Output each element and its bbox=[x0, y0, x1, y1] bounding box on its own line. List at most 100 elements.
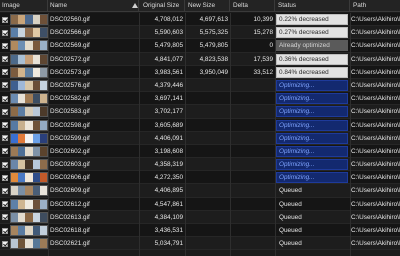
status-text: Optimizing... bbox=[279, 134, 315, 142]
column-header-name[interactable]: Name bbox=[48, 0, 139, 12]
column-divider bbox=[350, 13, 351, 256]
table-row[interactable]: DSC02573.gif 3,983,561 3,950,049 33,512 0.84… bbox=[0, 65, 400, 79]
table-row[interactable]: DSC02572.gif 4,841,077 4,823,538 17,539 0.36… bbox=[0, 52, 400, 66]
row-checkbox[interactable] bbox=[2, 187, 8, 194]
original-size-value: 3,702,177 bbox=[154, 108, 183, 116]
row-checkbox[interactable] bbox=[2, 122, 8, 128]
image-thumbnail bbox=[10, 53, 48, 65]
delta-value bbox=[230, 198, 273, 211]
status-text: Queued bbox=[279, 227, 302, 234]
file-name: DSC02603.gif bbox=[50, 161, 90, 169]
new-size-value: 4,823,538 bbox=[199, 55, 228, 63]
row-checkbox[interactable] bbox=[2, 16, 8, 23]
column-header-path[interactable]: Path bbox=[350, 0, 400, 12]
table-row[interactable]: DSC02566.gif 5,590,603 5,575,325 15,278 0.27… bbox=[0, 26, 400, 40]
table-row[interactable]: DSC02612.gif 4,547,861 Queued C:\Users\Akih… bbox=[0, 197, 400, 211]
original-size-value: 4,841,077 bbox=[154, 55, 183, 63]
column-divider bbox=[139, 13, 140, 256]
file-path: C:\Users\Akihiro\Deskt bbox=[351, 187, 400, 195]
row-checkbox[interactable] bbox=[2, 201, 8, 208]
status-text: Already optimized bbox=[279, 42, 330, 50]
file-name: DSC02573.gif bbox=[50, 68, 90, 76]
file-path: C:\Users\Akihiro\Deskt bbox=[351, 134, 400, 142]
original-size-value: 4,272,350 bbox=[154, 174, 183, 182]
new-size-value bbox=[185, 79, 228, 92]
new-size-value bbox=[185, 105, 228, 118]
delta-value bbox=[230, 145, 273, 158]
row-checkbox[interactable] bbox=[2, 214, 8, 221]
row-checkbox[interactable] bbox=[2, 82, 8, 89]
original-size-value: 3,983,561 bbox=[154, 68, 183, 76]
column-header-original-size[interactable]: Original Size bbox=[139, 0, 185, 12]
table-row[interactable]: DSC02609.gif 4,406,895 Queued C:\Users\Akih… bbox=[0, 184, 400, 198]
table-row[interactable]: DSC02583.gif 3,702,177 Optimizing... C:\Use… bbox=[0, 105, 400, 119]
column-divider bbox=[275, 13, 276, 256]
table-row[interactable]: DSC02621.gif 5,034,791 Queued C:\Users\Akih… bbox=[0, 237, 400, 251]
new-size-value bbox=[185, 132, 228, 145]
status-text: 0.84% decreased bbox=[279, 68, 329, 76]
table-row[interactable]: DSC02618.gif 3,436,531 Queued C:\Users\Akih… bbox=[0, 224, 400, 238]
original-size-value: 5,479,805 bbox=[154, 42, 183, 50]
status-text: Queued bbox=[279, 240, 302, 248]
file-name: DSC02606.gif bbox=[50, 174, 90, 182]
file-name: DSC02621.gif bbox=[50, 240, 90, 248]
row-checkbox[interactable] bbox=[2, 135, 8, 142]
new-size-value: 4,697,613 bbox=[199, 16, 228, 23]
file-name: DSC02609.gif bbox=[50, 187, 90, 195]
file-name: DSC02598.gif bbox=[50, 121, 90, 129]
row-checkbox[interactable] bbox=[2, 95, 8, 102]
row-checkbox[interactable] bbox=[2, 240, 8, 247]
new-size-value: 5,479,805 bbox=[199, 42, 228, 50]
delta-value: 33,512 bbox=[253, 68, 273, 76]
table-row[interactable]: DSC02613.gif 4,384,109 Queued C:\Users\Akih… bbox=[0, 210, 400, 224]
image-thumbnail bbox=[10, 119, 48, 131]
file-path: C:\Users\Akihiro\Deskt bbox=[351, 29, 400, 37]
image-thumbnail bbox=[10, 159, 48, 171]
row-checkbox[interactable] bbox=[2, 29, 8, 36]
file-path: C:\Users\Akihiro\Deskt bbox=[351, 213, 400, 221]
table-row[interactable]: DSC02603.gif 4,358,319 Optimizing... C:\Use… bbox=[0, 158, 400, 172]
file-path: C:\Users\Akihiro\Deskt bbox=[351, 147, 400, 155]
row-checkbox[interactable] bbox=[2, 161, 8, 168]
file-list-body: DSC02560.gif 4,708,012 4,697,613 10,399 0.22… bbox=[0, 13, 400, 251]
column-divider bbox=[230, 13, 231, 256]
row-checkbox[interactable] bbox=[2, 69, 8, 76]
table-row[interactable]: DSC02602.gif 3,198,608 Optimizing... C:\Use… bbox=[0, 144, 400, 159]
row-checkbox[interactable] bbox=[2, 174, 8, 181]
row-checkbox[interactable] bbox=[2, 108, 8, 115]
row-checkbox[interactable] bbox=[2, 42, 8, 49]
status-text: Optimizing... bbox=[279, 95, 315, 103]
table-row[interactable]: DSC02599.gif 4,406,091 Optimizing... C:\Use… bbox=[0, 131, 400, 145]
column-header-status[interactable]: Status bbox=[275, 0, 350, 12]
new-size-value bbox=[185, 158, 228, 171]
table-row[interactable]: DSC02598.gif 3,605,689 Optimizing... C:\Use… bbox=[0, 118, 400, 132]
status-text: Optimizing... bbox=[279, 81, 315, 89]
image-thumbnail bbox=[10, 14, 48, 25]
column-divider bbox=[48, 13, 49, 256]
new-size-value bbox=[185, 198, 228, 211]
row-checkbox[interactable] bbox=[2, 227, 8, 234]
table-row[interactable]: DSC02582.gif 3,697,141 Optimizing... C:\Use… bbox=[0, 92, 400, 106]
column-header-image[interactable]: Image bbox=[0, 0, 48, 12]
image-thumbnail bbox=[10, 225, 48, 236]
row-checkbox[interactable] bbox=[2, 148, 8, 155]
image-thumbnail bbox=[10, 132, 48, 144]
table-row[interactable]: DSC02606.gif 4,272,350 Optimizing... C:\Use… bbox=[0, 171, 400, 185]
status-text: 0.22% decreased bbox=[279, 16, 329, 23]
column-header-row: Image Name Original Size New Size Delta … bbox=[0, 0, 400, 12]
original-size-value: 4,358,319 bbox=[154, 161, 183, 169]
column-header-new-size[interactable]: New Size bbox=[185, 0, 230, 12]
table-row[interactable]: DSC02576.gif 4,379,446 Optimizing... C:\Use… bbox=[0, 78, 400, 93]
file-path: C:\Users\Akihiro\Deskt bbox=[351, 95, 400, 103]
file-list-grid: Image Name Original Size New Size Delta … bbox=[0, 0, 400, 256]
image-thumbnail bbox=[10, 106, 48, 118]
file-path: C:\Users\Akihiro\Deskt bbox=[351, 161, 400, 169]
row-checkbox[interactable] bbox=[2, 56, 8, 63]
file-path: C:\Users\Akihiro\Deskt bbox=[351, 68, 400, 76]
file-path: C:\Users\Akihiro\Deskt bbox=[351, 55, 400, 63]
table-row[interactable]: DSC02560.gif 4,708,012 4,697,613 10,399 0.22… bbox=[0, 13, 400, 27]
delta-value: 10,399 bbox=[253, 16, 273, 23]
delta-value: 17,539 bbox=[253, 55, 273, 63]
column-header-delta[interactable]: Delta bbox=[230, 0, 275, 12]
table-row[interactable]: DSC02569.gif 5,479,805 5,479,805 0 Already o… bbox=[0, 39, 400, 53]
